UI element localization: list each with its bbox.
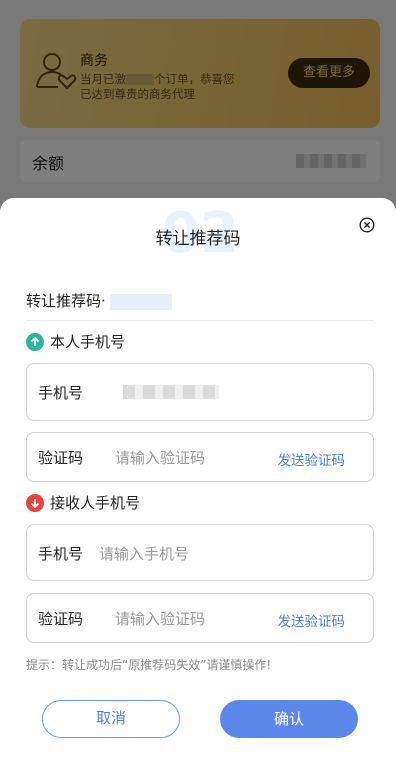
receiver-code-input[interactable]: 请输入验证码: [115, 608, 205, 629]
own-phone-field[interactable]: 手机号: [26, 363, 374, 421]
own-code-input[interactable]: 请输入验证码: [115, 447, 205, 468]
own-phone-value-masked: [123, 385, 219, 399]
recommend-code-masked: [109, 293, 172, 310]
close-circle-icon[interactable]: [359, 217, 375, 233]
divider: [26, 320, 374, 321]
receiver-phone-input[interactable]: 请输入手机号: [99, 543, 189, 564]
confirm-button[interactable]: 确认: [220, 700, 358, 738]
own-send-code-button[interactable]: 发送验证码: [278, 449, 346, 469]
own-phone-section-title: 本人手机号: [26, 333, 125, 351]
warning-tip: 提示：转让成功后“原推荐码失效”请谨慎操作!: [26, 658, 272, 672]
transfer-code-dialog: 02 转让推荐码 转让推荐码· 本人手机号 手机号 验证码 请输入验证码 发送验…: [0, 198, 396, 757]
cancel-button[interactable]: 取消: [42, 700, 180, 738]
receiver-send-code-button[interactable]: 发送验证码: [278, 610, 346, 630]
own-phone-label: 手机号: [38, 384, 84, 402]
receiver-code-field[interactable]: 验证码 请输入验证码 发送验证码: [26, 593, 374, 643]
arrow-down-icon: [26, 494, 44, 512]
recommend-code-row: 转让推荐码·: [26, 290, 172, 311]
dialog-title: 转让推荐码: [155, 229, 241, 249]
own-code-label: 验证码: [38, 449, 84, 467]
arrow-up-icon: [26, 333, 44, 351]
receiver-phone-label: 手机号: [38, 545, 84, 563]
receiver-phone-field[interactable]: 手机号 请输入手机号: [26, 524, 374, 581]
own-code-field[interactable]: 验证码 请输入验证码 发送验证码: [26, 432, 374, 482]
receiver-phone-section-title: 接收人手机号: [26, 494, 140, 512]
receiver-code-label: 验证码: [38, 610, 84, 628]
recommend-code-label: 转让推荐码·: [26, 292, 106, 310]
